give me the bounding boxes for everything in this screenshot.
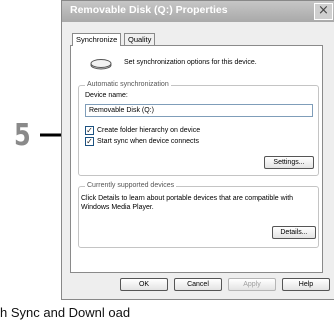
create-folder-checkbox[interactable]: ✓ xyxy=(85,126,94,135)
close-button[interactable]: × xyxy=(314,3,333,20)
ok-button[interactable]: OK xyxy=(120,278,168,291)
device-icon xyxy=(90,59,112,70)
settings-button[interactable]: Settings... xyxy=(264,156,314,169)
device-name-label: Device name: xyxy=(85,92,128,99)
supported-devices-group-title: Currently supported devices xyxy=(85,182,177,189)
window-title: Removable Disk (Q:) Properties xyxy=(70,4,228,16)
details-button[interactable]: Details... xyxy=(272,226,316,239)
start-sync-checkbox[interactable]: ✓ xyxy=(85,137,94,146)
help-button[interactable]: Help xyxy=(282,278,330,291)
tab-synchronize[interactable]: Synchronize xyxy=(72,33,122,46)
synchronize-panel: Set synchronization options for this dev… xyxy=(70,45,323,273)
create-folder-label[interactable]: Create folder hierarchy on device xyxy=(97,127,200,134)
supported-devices-group: Currently supported devices Click Detail… xyxy=(78,182,319,248)
tab-quality[interactable]: Quality xyxy=(124,33,156,45)
checkmark-icon: ✓ xyxy=(86,137,93,146)
bottom-caption: h Sync and Downl oad xyxy=(0,305,131,320)
supported-description-line2: Windows Media Player. xyxy=(81,204,154,211)
close-icon: × xyxy=(318,3,329,18)
supported-description-line1: Click Details to learn about portable de… xyxy=(81,195,294,202)
start-sync-label[interactable]: Start sync when device connects xyxy=(97,138,199,145)
title-bar: Removable Disk (Q:) Properties × xyxy=(62,1,334,22)
checkmark-icon: ✓ xyxy=(86,126,93,135)
cancel-button[interactable]: Cancel xyxy=(174,278,222,291)
intro-text: Set synchronization options for this dev… xyxy=(124,59,257,66)
properties-dialog: Removable Disk (Q:) Properties × Synchro… xyxy=(61,0,334,300)
device-name-field[interactable]: Removable Disk (Q:) xyxy=(85,104,313,117)
auto-sync-group: Automatic synchronization Device name: R… xyxy=(78,81,319,176)
auto-sync-group-title: Automatic synchronization xyxy=(85,81,171,88)
step-number: 5 xyxy=(14,118,31,153)
apply-button[interactable]: Apply xyxy=(228,278,276,291)
